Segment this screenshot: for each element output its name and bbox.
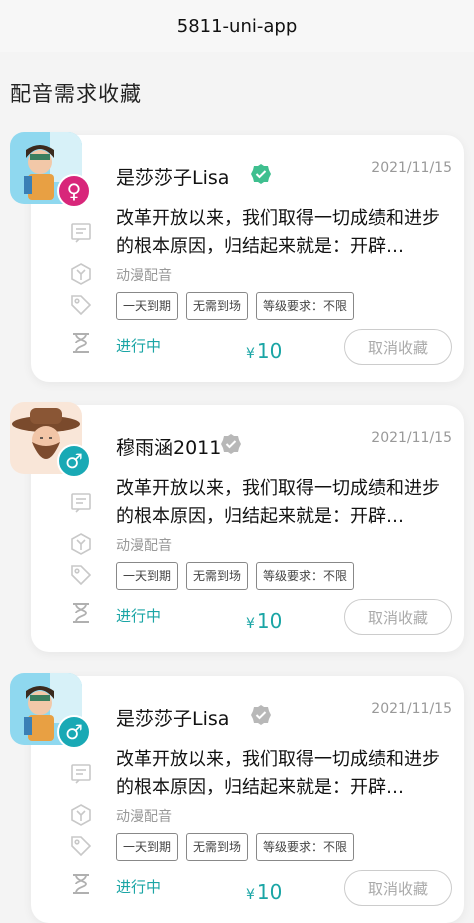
verified-badge-icon [220,433,242,455]
price: ¥10 [246,609,282,633]
post-date: 2021/11/15 [371,430,452,446]
favorite-card[interactable]: 是莎莎子Lisa 2021/11/15 改革开放以来，我们取得一切成绩和进步的根本原… [31,135,464,382]
requirement-tag: 一天到期 [116,562,179,590]
currency-symbol: ¥ [246,616,255,632]
verified-badge-icon [250,163,272,185]
category-label: 动漫配音 [116,538,172,554]
requirement-tag: 等级要求：不限 [256,292,355,320]
navbar-title: 5811-uni-app [176,15,298,37]
requirement-tag: 等级要求：不限 [256,833,355,861]
tag-list: 一天到期 无需到场 等级要求：不限 [116,562,355,590]
price: ¥10 [246,880,282,904]
tag-icon [69,293,93,317]
hexagon-y-icon [69,532,93,556]
favorite-card[interactable]: 是莎莎子Lisa 2021/11/15 改革开放以来，我们取得一切成绩和进步的根本原… [31,676,464,923]
price: ¥10 [246,339,282,363]
currency-symbol: ¥ [246,887,255,903]
tag-icon [69,563,93,587]
message-icon [69,491,93,515]
hourglass-icon [69,601,93,625]
category-label: 动漫配音 [116,268,172,284]
tag-list: 一天到期 无需到场 等级要求：不限 [116,292,355,320]
hourglass-icon [69,331,93,355]
favorite-card[interactable]: 穆雨涵2011 2021/11/15 改革开放以来，我们取得一切成绩和进步的根本原因… [31,405,464,652]
user-name: 是莎莎子Lisa [116,167,230,189]
status-label: 进行中 [116,878,162,896]
request-description: 改革开放以来，我们取得一切成绩和进步的根本原因，归结起来就是：开辟… [116,478,440,527]
request-description: 改革开放以来，我们取得一切成绩和进步的根本原因，归结起来就是：开辟… [116,749,440,798]
user-name: 穆雨涵2011 [116,437,222,459]
category-label: 动漫配音 [116,809,172,825]
message-icon [69,221,93,245]
cancel-favorite-button[interactable]: 取消收藏 [344,329,452,365]
male-icon: ♂ [57,444,91,478]
price-value: 10 [256,609,283,633]
status-label: 进行中 [116,607,162,625]
hexagon-y-icon [69,803,93,827]
requirement-tag: 无需到场 [186,562,249,590]
price-value: 10 [256,339,283,363]
user-name: 是莎莎子Lisa [116,708,230,730]
requirement-tag: 无需到场 [186,833,249,861]
requirement-tag: 等级要求：不限 [256,562,355,590]
requirement-tag: 一天到期 [116,833,179,861]
post-date: 2021/11/15 [371,701,452,717]
price-value: 10 [256,880,283,904]
cancel-favorite-button[interactable]: 取消收藏 [344,870,452,906]
page-title: 配音需求收藏 [10,82,142,106]
requirement-tag: 无需到场 [186,292,249,320]
verified-badge-icon [250,704,272,726]
currency-symbol: ¥ [246,346,255,362]
message-icon [69,762,93,786]
navbar: 5811-uni-app [0,0,474,52]
post-date: 2021/11/15 [371,160,452,176]
request-description: 改革开放以来，我们取得一切成绩和进步的根本原因，归结起来就是：开辟… [116,208,440,257]
tag-icon [69,834,93,858]
requirement-tag: 一天到期 [116,292,179,320]
status-label: 进行中 [116,337,162,355]
tag-list: 一天到期 无需到场 等级要求：不限 [116,833,355,861]
cancel-favorite-button[interactable]: 取消收藏 [344,599,452,635]
female-icon: ♀ [57,174,91,208]
hexagon-y-icon [69,262,93,286]
hourglass-icon [69,872,93,896]
male-icon: ♂ [57,715,91,749]
